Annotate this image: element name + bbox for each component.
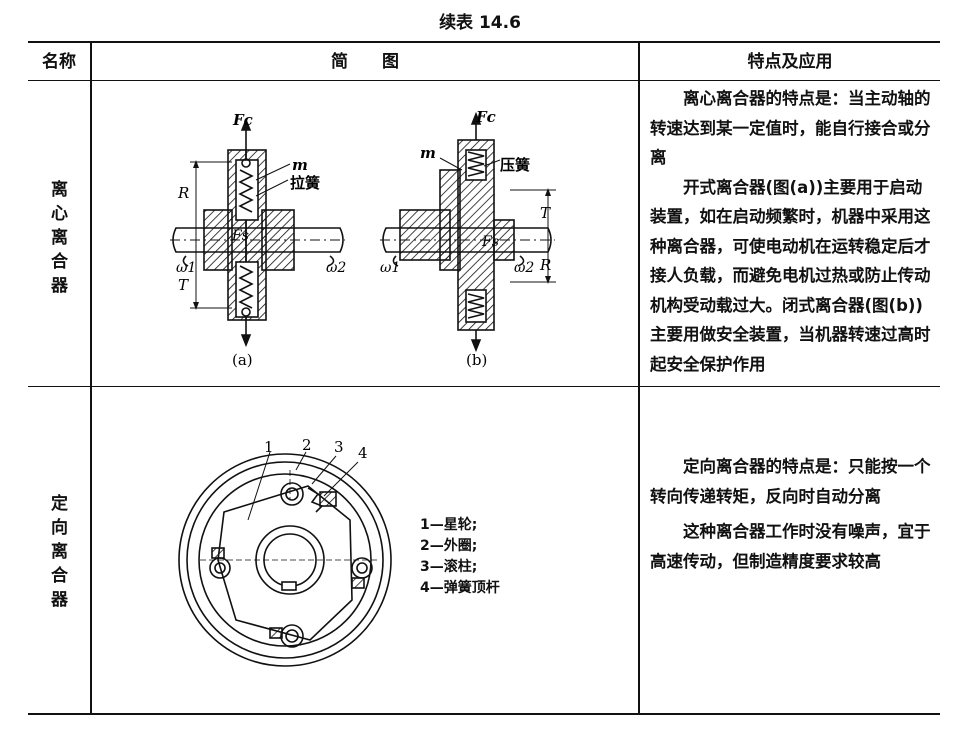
label-part-1: 1: [264, 438, 274, 456]
legend-item: 4—弹簧顶杆: [420, 580, 500, 596]
figure-b: [380, 111, 556, 353]
label-w1-a: ω1: [176, 260, 196, 276]
label-m-a: m: [292, 156, 308, 174]
centrifugal-clutch-diagram: Fc m 拉簧 R T Fs ω1 ω2 (a) Fc m 压簧 T R Fs …: [170, 108, 556, 667]
label-fc-b: Fc: [475, 108, 496, 126]
caption-b: (b): [466, 351, 487, 369]
label-w1-b: ω1: [380, 260, 400, 276]
label-r-b: R: [539, 256, 551, 274]
figure-a: [170, 117, 345, 348]
label-part-4: 4: [358, 444, 368, 462]
label-part-2: 2: [302, 436, 312, 454]
label-part-3: 3: [334, 438, 344, 456]
legend-item: 2—外圈;: [420, 538, 478, 554]
label-w2-a: ω2: [326, 260, 346, 276]
legend-item: 1—星轮;: [420, 517, 478, 533]
legend-item: 3—滚柱;: [420, 559, 478, 575]
label-t-b: T: [540, 204, 551, 222]
label-spring-b: 压簧: [500, 156, 530, 174]
label-spring-a: 拉簧: [290, 174, 320, 192]
label-fs-b: Fs: [481, 234, 499, 250]
label-fc-a: Fc: [232, 111, 253, 129]
label-m-b: m: [420, 144, 436, 162]
label-t-a: T: [178, 276, 189, 294]
label-w2-b: ω2: [514, 260, 534, 276]
label-r-a: R: [177, 184, 189, 202]
label-fs-a: Fs: [231, 228, 249, 244]
overrunning-clutch-diagram: [178, 451, 392, 667]
parts-legend: 1—星轮; 2—外圈; 3—滚柱; 4—弹簧顶杆: [420, 515, 500, 599]
caption-a: (a): [232, 351, 253, 369]
